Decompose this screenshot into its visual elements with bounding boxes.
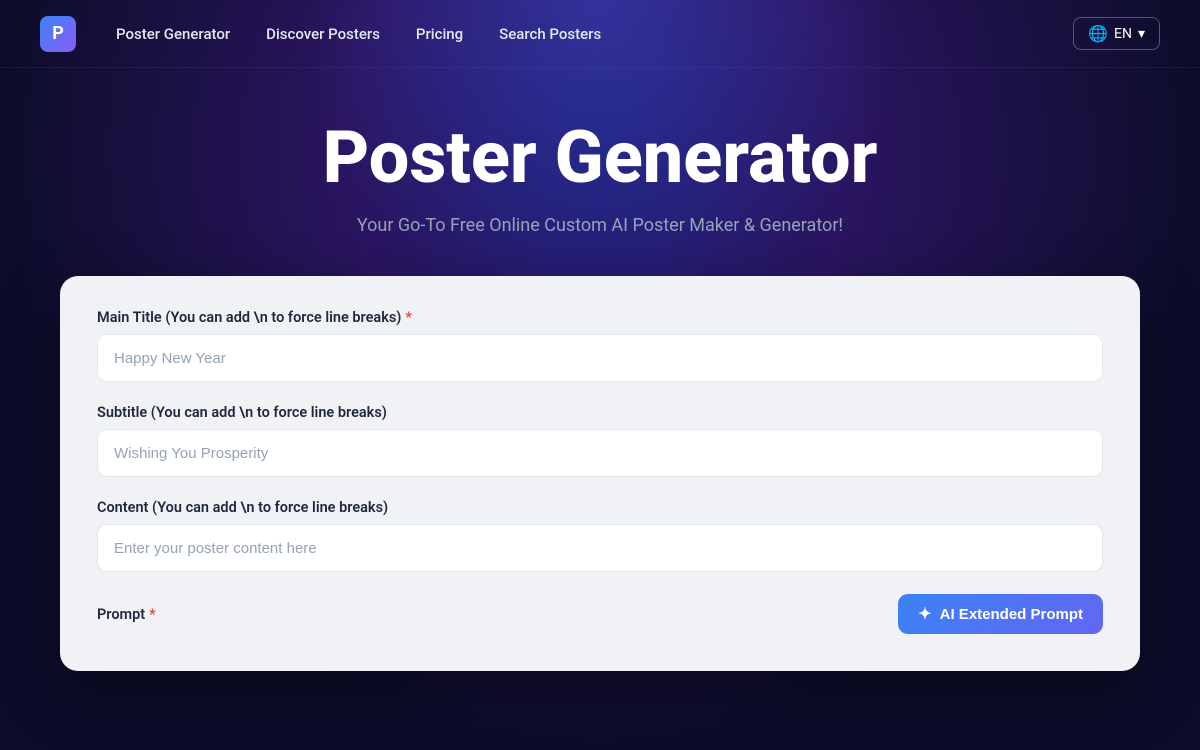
- form-card: Main Title (You can add \n to force line…: [60, 276, 1140, 671]
- nav-link-search-posters[interactable]: Search Posters: [499, 25, 601, 43]
- prompt-required: *: [149, 606, 156, 623]
- navbar: P Poster Generator Discover Posters Pric…: [0, 0, 1200, 68]
- nav-link-discover-posters[interactable]: Discover Posters: [266, 25, 380, 43]
- nav-links: Poster Generator Discover Posters Pricin…: [116, 25, 1073, 43]
- nav-logo[interactable]: P: [40, 16, 76, 52]
- subtitle-input[interactable]: [97, 429, 1103, 477]
- language-selector[interactable]: 🌐 EN ▾: [1073, 17, 1160, 50]
- prompt-row: Prompt * ✦ AI Extended Prompt: [97, 594, 1103, 634]
- main-title-input[interactable]: [97, 334, 1103, 382]
- nav-link-pricing[interactable]: Pricing: [416, 25, 463, 43]
- hero-section: Poster Generator Your Go-To Free Online …: [0, 68, 1200, 276]
- content-label: Content (You can add \n to force line br…: [97, 499, 1103, 516]
- nav-link-poster-generator[interactable]: Poster Generator: [116, 25, 230, 43]
- ai-extended-prompt-button[interactable]: ✦ AI Extended Prompt: [898, 594, 1103, 634]
- globe-icon: 🌐: [1088, 24, 1108, 43]
- main-title-group: Main Title (You can add \n to force line…: [97, 309, 1103, 382]
- main-title-label: Main Title (You can add \n to force line…: [97, 309, 1103, 326]
- prompt-label: Prompt *: [97, 606, 156, 623]
- content-input[interactable]: [97, 524, 1103, 572]
- ai-sparkle-icon: ✦: [918, 604, 931, 624]
- subtitle-label: Subtitle (You can add \n to force line b…: [97, 404, 1103, 421]
- hero-subtitle: Your Go-To Free Online Custom AI Poster …: [20, 215, 1180, 236]
- main-title-required: *: [405, 309, 412, 326]
- chevron-down-icon: ▾: [1138, 26, 1145, 42]
- logo-icon: P: [40, 16, 76, 52]
- content-group: Content (You can add \n to force line br…: [97, 499, 1103, 572]
- subtitle-group: Subtitle (You can add \n to force line b…: [97, 404, 1103, 477]
- language-code: EN: [1114, 26, 1132, 42]
- hero-title: Poster Generator: [20, 118, 1180, 197]
- nav-right: 🌐 EN ▾: [1073, 17, 1160, 50]
